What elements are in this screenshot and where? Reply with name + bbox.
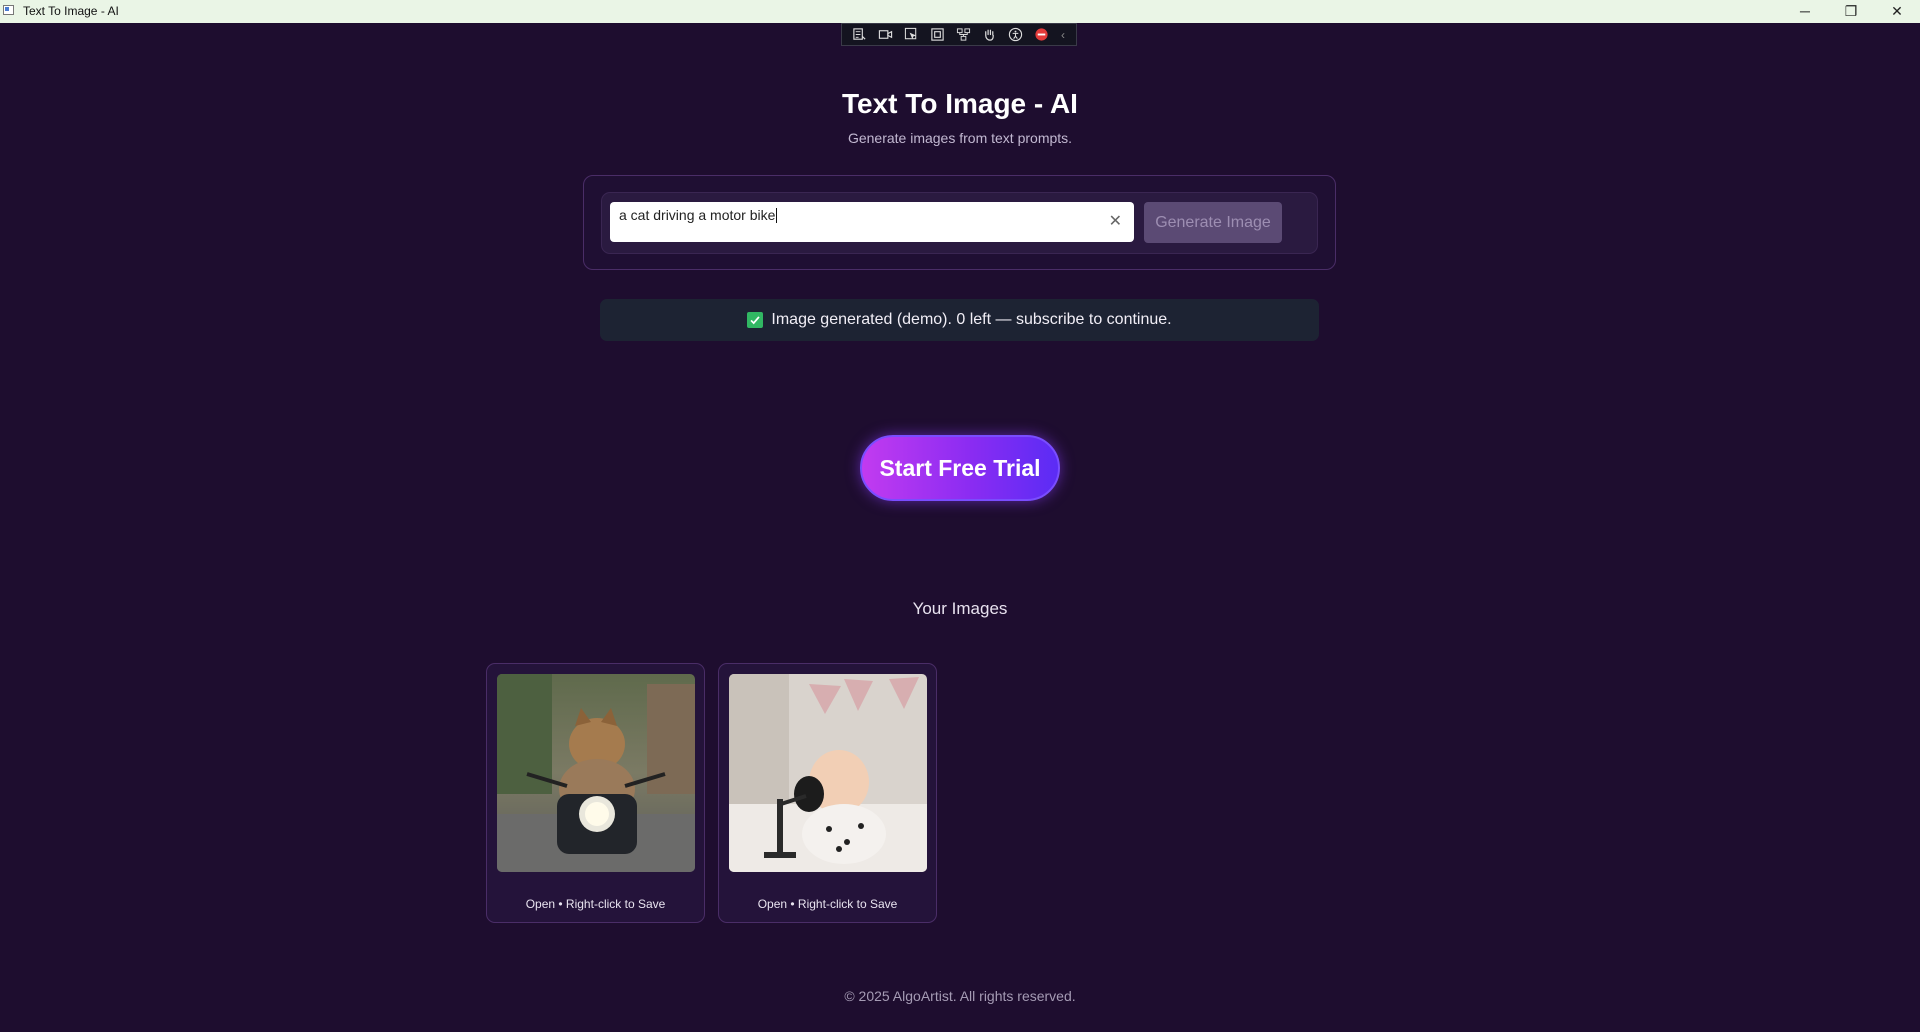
prompt-card: a cat driving a motor bike ✕ Generate Im… <box>583 175 1336 270</box>
maximize-button[interactable]: ❐ <box>1828 0 1874 23</box>
frame-icon[interactable] <box>928 27 946 42</box>
footer-copyright: © 2025 AlgoArtist. All rights reserved. <box>844 988 1076 1004</box>
inspector-toolbar: ‹ <box>841 23 1077 46</box>
video-icon[interactable] <box>876 27 894 42</box>
prompt-input[interactable]: a cat driving a motor bike ✕ <box>610 202 1134 242</box>
accessibility-icon[interactable] <box>1006 27 1024 42</box>
text-caret <box>776 207 778 223</box>
image-card[interactable]: Open • Right-click to Save <box>486 663 705 923</box>
status-message: Image generated (demo). 0 left — subscri… <box>771 311 1172 328</box>
check-icon <box>747 312 764 328</box>
prompt-input-value: a cat driving a motor bike <box>619 207 776 223</box>
close-button[interactable]: ✕ <box>1874 0 1920 23</box>
app-icon <box>3 5 14 15</box>
generated-image-baby-microphone[interactable] <box>729 674 927 872</box>
minimize-button[interactable]: ─ <box>1782 0 1828 23</box>
pointer-icon[interactable] <box>902 27 920 42</box>
clear-input-icon[interactable]: ✕ <box>1109 202 1122 242</box>
window-titlebar: Text To Image - AI ─ ❐ ✕ <box>0 0 1920 23</box>
hand-icon[interactable] <box>980 27 998 42</box>
generated-image-cat-motorcycle[interactable] <box>497 674 695 872</box>
generate-image-button[interactable]: Generate Image <box>1144 202 1282 243</box>
image-caption[interactable]: Open • Right-click to Save <box>719 897 936 911</box>
start-free-trial-button[interactable]: Start Free Trial <box>860 435 1060 501</box>
image-card[interactable]: Open • Right-click to Save <box>718 663 937 923</box>
page-subtitle: Generate images from text prompts. <box>847 130 1073 146</box>
gallery-title: Your Images <box>912 599 1008 618</box>
status-banner: Image generated (demo). 0 left — subscri… <box>600 299 1319 341</box>
prompt-form: a cat driving a motor bike ✕ Generate Im… <box>601 192 1318 254</box>
collapse-toolbar-icon[interactable]: ‹ <box>1058 28 1068 42</box>
select-text-icon[interactable] <box>850 27 868 42</box>
image-caption[interactable]: Open • Right-click to Save <box>487 897 704 911</box>
window-title: Text To Image - AI <box>23 4 119 18</box>
page-title: Text To Image - AI <box>842 88 1078 119</box>
tree-icon[interactable] <box>954 27 972 42</box>
stop-icon[interactable] <box>1032 27 1050 42</box>
